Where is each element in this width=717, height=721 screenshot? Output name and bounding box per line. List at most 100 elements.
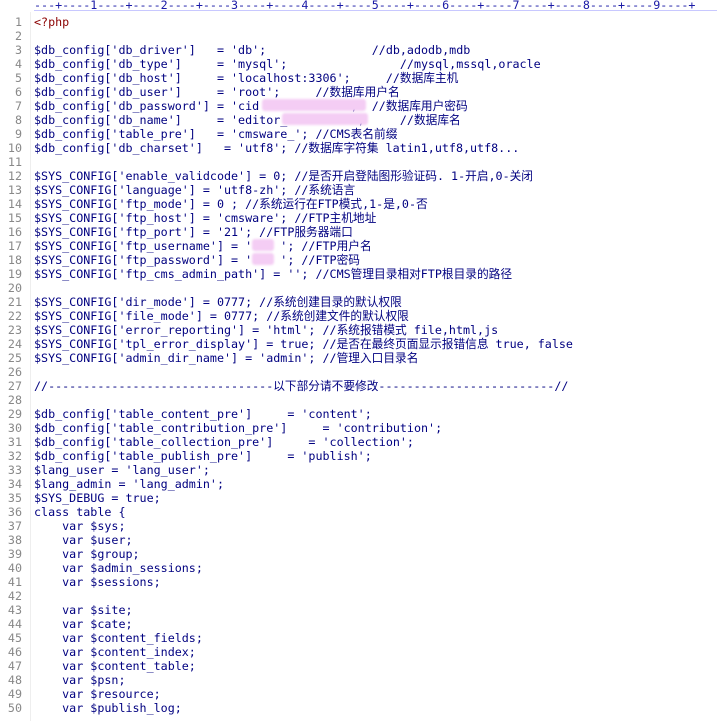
code-line[interactable]: 26: [0, 365, 717, 379]
line-text[interactable]: $SYS_CONFIG['dir_mode'] = 0777; //系统创建目录…: [34, 295, 402, 309]
line-text[interactable]: var $publish_log;: [34, 701, 182, 715]
line-text[interactable]: var $sessions;: [34, 575, 161, 589]
line-text[interactable]: //--------------------------------以下部分请不…: [34, 379, 568, 393]
line-text[interactable]: var $group;: [34, 547, 139, 561]
code-line[interactable]: 48 var $psn;: [0, 673, 717, 687]
code-line[interactable]: 38 var $user;: [0, 533, 717, 547]
line-text[interactable]: <?php: [34, 15, 69, 29]
code-line[interactable]: 37 var $sys;: [0, 519, 717, 533]
code-line[interactable]: 41 var $sessions;: [0, 575, 717, 589]
line-text[interactable]: var $content_fields;: [34, 631, 203, 645]
line-text[interactable]: $SYS_CONFIG['tpl_error_display'] = true;…: [34, 337, 573, 351]
line-text[interactable]: class table {: [34, 505, 125, 519]
line-number: 48: [7, 673, 22, 687]
line-text[interactable]: var $psn;: [34, 673, 125, 687]
line-text[interactable]: $SYS_CONFIG['admin_dir_name'] = 'admin';…: [34, 351, 418, 365]
code-line[interactable]: 30 $db_config['table_contribution_pre'] =…: [0, 421, 717, 435]
code-line[interactable]: 50 var $publish_log;: [0, 701, 717, 715]
code-line[interactable]: 35 $SYS_DEBUG = true;: [0, 491, 717, 505]
line-text[interactable]: $SYS_CONFIG['ftp_password'] = ' '; //FTP…: [34, 253, 360, 267]
code-line[interactable]: 47 var $content_table;: [0, 659, 717, 673]
code-line[interactable]: 9 $db_config['table_pre'] = 'cmsware_'; /…: [0, 127, 717, 141]
code-line[interactable]: 42: [0, 589, 717, 603]
code-line[interactable]: 3 $db_config['db_driver'] = 'db'; //db,ad…: [0, 43, 717, 57]
line-text[interactable]: var $sys;: [34, 519, 125, 533]
line-text[interactable]: $db_config['db_driver'] = 'db'; //db,ado…: [34, 43, 470, 57]
code-line[interactable]: 39 var $group;: [0, 547, 717, 561]
line-text[interactable]: $lang_admin = 'lang_admin';: [34, 477, 224, 491]
line-text[interactable]: $db_config['table_content_pre'] = 'conte…: [34, 407, 372, 421]
line-text[interactable]: $SYS_CONFIG['ftp_port'] = '21'; //FTP服务器…: [34, 225, 353, 239]
code-line[interactable]: 49 var $resource;: [0, 687, 717, 701]
line-text[interactable]: $SYS_CONFIG['enable_validcode'] = 0; //是…: [34, 169, 533, 183]
code-line[interactable]: 11: [0, 155, 717, 169]
code-line[interactable]: 16 $SYS_CONFIG['ftp_port'] = '21'; //FTP服…: [0, 225, 717, 239]
code-line[interactable]: 46 var $content_index;: [0, 645, 717, 659]
code-line[interactable]: 21 $SYS_CONFIG['dir_mode'] = 0777; //系统创建…: [0, 295, 717, 309]
line-number: 44: [7, 617, 22, 631]
line-text[interactable]: var $user;: [34, 533, 132, 547]
line-text[interactable]: var $admin_sessions;: [34, 561, 203, 575]
line-text[interactable]: $db_config['db_user'] = 'root'; //数据库用户名: [34, 85, 400, 99]
code-line[interactable]: 34 $lang_admin = 'lang_admin';: [0, 477, 717, 491]
line-text[interactable]: $db_config['table_collection_pre'] = 'co…: [34, 435, 414, 449]
code-line[interactable]: 1 <?php: [0, 15, 717, 29]
line-number: 8: [14, 113, 22, 127]
code-line[interactable]: 29 $db_config['table_content_pre'] = 'con…: [0, 407, 717, 421]
code-line[interactable]: 19 $SYS_CONFIG['ftp_cms_admin_path'] = ''…: [0, 267, 717, 281]
code-line[interactable]: 17 $SYS_CONFIG['ftp_username'] = ' '; //F…: [0, 239, 717, 253]
line-text[interactable]: $db_config['table_publish_pre'] = 'publi…: [34, 449, 372, 463]
code-line[interactable]: 33 $lang_user = 'lang_user';: [0, 463, 717, 477]
line-text[interactable]: $SYS_CONFIG['file_mode'] = 0777; //系统创建文…: [34, 309, 409, 323]
line-text[interactable]: $SYS_CONFIG['ftp_username'] = ' '; //FTP…: [34, 239, 372, 253]
code-line[interactable]: 5 $db_config['db_host'] = 'localhost:3306…: [0, 71, 717, 85]
line-text[interactable]: $SYS_CONFIG['ftp_cms_admin_path'] = ''; …: [34, 267, 512, 281]
line-text[interactable]: $db_config['table_pre'] = 'cmsware_'; //…: [34, 127, 397, 141]
line-text[interactable]: $SYS_CONFIG['ftp_mode'] = 0 ; //系统运行在FTP…: [34, 197, 428, 211]
code-line[interactable]: 24 $SYS_CONFIG['tpl_error_display'] = tru…: [0, 337, 717, 351]
line-text[interactable]: var $content_index;: [34, 645, 196, 659]
code-line[interactable]: 31 $db_config['table_collection_pre'] = '…: [0, 435, 717, 449]
code-line[interactable]: 25 $SYS_CONFIG['admin_dir_name'] = 'admin…: [0, 351, 717, 365]
line-text[interactable]: $db_config['db_charset'] = 'utf8'; //数据库…: [34, 141, 519, 155]
code-line[interactable]: 10 $db_config['db_charset'] = 'utf8'; //数…: [0, 141, 717, 155]
code-line[interactable]: 14 $SYS_CONFIG['ftp_mode'] = 0 ; //系统运行在F…: [0, 197, 717, 211]
code-line[interactable]: 20: [0, 281, 717, 295]
code-line[interactable]: 28: [0, 393, 717, 407]
line-text[interactable]: var $content_table;: [34, 659, 196, 673]
line-text[interactable]: $SYS_CONFIG['error_reporting'] = 'html';…: [34, 323, 498, 337]
line-text[interactable]: $SYS_DEBUG = true;: [34, 491, 161, 505]
code-editor[interactable]: ---+----1----+----2----+----3----+----4-…: [0, 0, 717, 721]
code-line[interactable]: 27 //--------------------------------以下部分…: [0, 379, 717, 393]
code-line[interactable]: 18 $SYS_CONFIG['ftp_password'] = ' '; //F…: [0, 253, 717, 267]
line-text[interactable]: var $cate;: [34, 617, 132, 631]
code-line[interactable]: 45 var $content_fields;: [0, 631, 717, 645]
line-text[interactable]: $db_config['db_name'] = 'editor_ '; //数据…: [34, 113, 461, 127]
code-line[interactable]: 22 $SYS_CONFIG['file_mode'] = 0777; //系统创…: [0, 309, 717, 323]
line-text[interactable]: var $resource;: [34, 687, 161, 701]
code-line[interactable]: 32 $db_config['table_publish_pre'] = 'pub…: [0, 449, 717, 463]
line-number: 46: [7, 645, 22, 659]
line-number: 49: [7, 687, 22, 701]
code-line[interactable]: 44 var $cate;: [0, 617, 717, 631]
code-line[interactable]: 15 $SYS_CONFIG['ftp_host'] = 'cmsware'; /…: [0, 211, 717, 225]
code-line[interactable]: 43 var $site;: [0, 603, 717, 617]
line-number: 13: [7, 183, 22, 197]
line-text[interactable]: $db_config['table_contribution_pre'] = '…: [34, 421, 442, 435]
code-line[interactable]: 4 $db_config['db_type'] = 'mysql'; //mysq…: [0, 57, 717, 71]
code-line[interactable]: 2: [0, 29, 717, 43]
line-text[interactable]: $db_config['db_type'] = 'mysql'; //mysql…: [34, 57, 541, 71]
code-line[interactable]: 13 $SYS_CONFIG['language'] = 'utf8-zh'; /…: [0, 183, 717, 197]
code-line[interactable]: 40 var $admin_sessions;: [0, 561, 717, 575]
line-number: 32: [7, 449, 22, 463]
line-text[interactable]: $db_config['db_password'] = 'cid '; //数据…: [34, 99, 468, 113]
code-line[interactable]: 23 $SYS_CONFIG['error_reporting'] = 'html…: [0, 323, 717, 337]
code-line[interactable]: 6 $db_config['db_user'] = 'root'; //数据库用户…: [0, 85, 717, 99]
code-line[interactable]: 36 class table {: [0, 505, 717, 519]
line-text[interactable]: $SYS_CONFIG['language'] = 'utf8-zh'; //系…: [34, 183, 355, 197]
line-text[interactable]: $db_config['db_host'] = 'localhost:3306'…: [34, 71, 458, 85]
line-text[interactable]: var $site;: [34, 603, 132, 617]
line-text[interactable]: $lang_user = 'lang_user';: [34, 463, 210, 477]
line-text[interactable]: $SYS_CONFIG['ftp_host'] = 'cmsware'; //F…: [34, 211, 376, 225]
code-line[interactable]: 12 $SYS_CONFIG['enable_validcode'] = 0; /…: [0, 169, 717, 183]
